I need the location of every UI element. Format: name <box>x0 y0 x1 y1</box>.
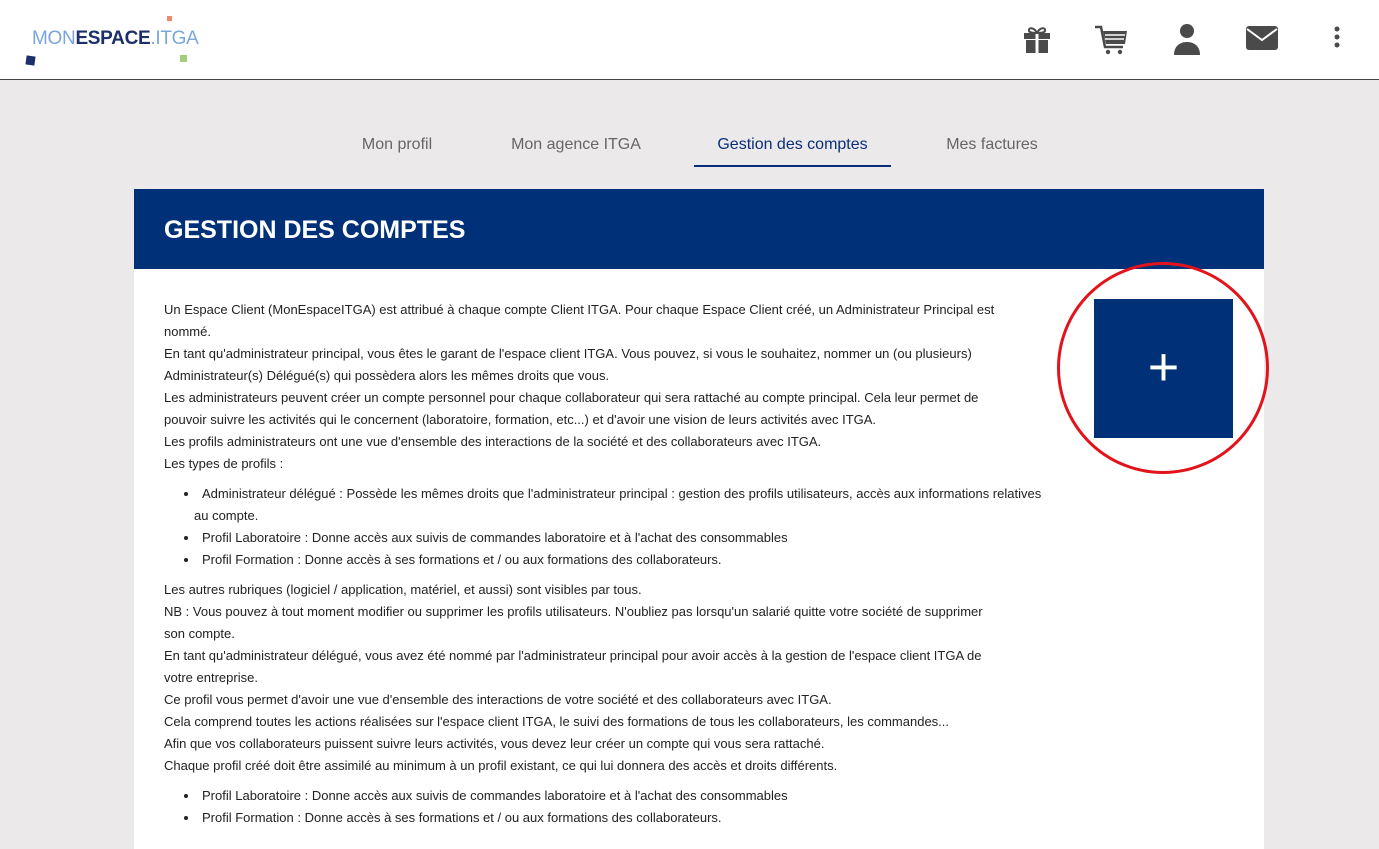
text-line: En tant qu'administrateur principal, vou… <box>164 346 972 361</box>
text-line: NB : Vous pouvez à tout moment modifier … <box>164 604 983 619</box>
text-line: Un Espace Client (MonEspaceITGA) est att… <box>164 302 995 317</box>
mail-icon[interactable] <box>1245 22 1279 56</box>
cart-icon[interactable] <box>1094 22 1128 56</box>
logo-espace: ESPACE <box>75 28 151 49</box>
tab-gestion-des-comptes[interactable]: Gestion des comptes <box>694 134 891 167</box>
text-line: Les autres rubriques (logiciel / applica… <box>164 582 642 597</box>
list-item: Profil Formation : Donne accès à ses for… <box>184 807 1044 829</box>
list-item: Administrateur délégué : Possède les mêm… <box>184 483 1044 527</box>
logo[interactable]: MONESPACE.ITGA <box>24 16 204 68</box>
profile-types-list: Administrateur délégué : Possède les mêm… <box>184 483 1044 571</box>
text-line: Cela comprend toutes les actions réalisé… <box>164 714 950 729</box>
user-icon[interactable] <box>1170 22 1204 56</box>
text-line: Les types de profils : <box>164 456 284 471</box>
logo-text: MONESPACE.ITGA <box>32 28 199 50</box>
text-line: Afin que vos collaborateurs puissent sui… <box>164 736 825 751</box>
profile-list: Profil Laboratoire : Donne accès aux sui… <box>184 785 1044 829</box>
page-title: GESTION DES COMPTES <box>134 189 1264 269</box>
text-line: son compte. <box>164 626 235 641</box>
list-item: Profil Laboratoire : Donne accès aux sui… <box>184 785 1044 807</box>
list-item: Profil Laboratoire : Donne accès aux sui… <box>184 527 1044 549</box>
text-line: Chaque profil créé doit être assimilé au… <box>164 758 838 773</box>
top-header: MONESPACE.ITGA <box>0 0 1379 80</box>
gift-icon[interactable] <box>1020 22 1054 56</box>
logo-square-orange <box>167 16 172 21</box>
text-line: Administrateur(s) Délégué(s) qui possède… <box>164 368 610 383</box>
text-line: nommé. <box>164 324 211 339</box>
list-item: Profil Formation : Donne accès à ses for… <box>184 549 1044 571</box>
account-tabs: Mon profil Mon agence ITGA Gestion des c… <box>0 134 1379 168</box>
logo-itga: .ITGA <box>150 28 199 49</box>
description: Un Espace Client (MonEspaceITGA) est att… <box>164 299 1044 837</box>
logo-square-navy <box>25 55 36 66</box>
text-line: votre entreprise. <box>164 670 258 685</box>
tab-mon-agence[interactable]: Mon agence ITGA <box>500 134 652 167</box>
account-management-card: GESTION DES COMPTES Un Espace Client (Mo… <box>134 189 1264 849</box>
more-vertical-icon[interactable] <box>1320 22 1354 56</box>
logo-mon: MON <box>32 28 76 49</box>
text-line: pouvoir suivre les activités qui le conc… <box>164 412 877 427</box>
add-account-button[interactable]: + <box>1094 299 1233 438</box>
logo-square-green <box>180 55 187 62</box>
text-line: Ce profil vous permet d'avoir une vue d'… <box>164 692 832 707</box>
tab-mes-factures[interactable]: Mes factures <box>930 134 1054 167</box>
text-line: Les profils administrateurs ont une vue … <box>164 434 822 449</box>
text-line: Les administrateurs peuvent créer un com… <box>164 390 979 405</box>
text-line: En tant qu'administrateur délégué, vous … <box>164 648 982 663</box>
tab-mon-profil[interactable]: Mon profil <box>345 134 449 167</box>
